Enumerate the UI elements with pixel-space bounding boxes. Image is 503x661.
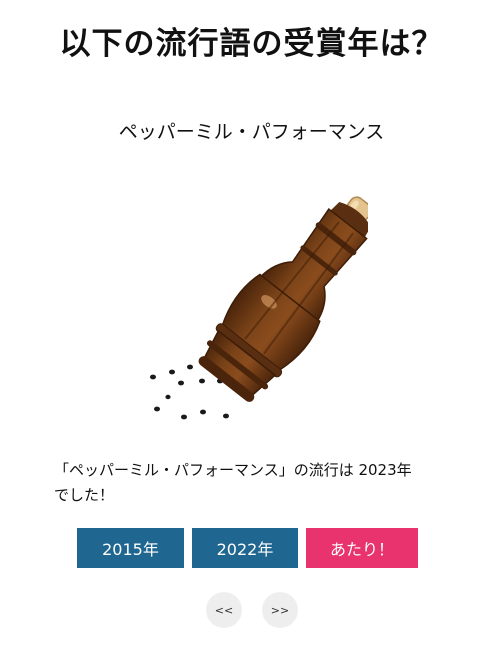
choice-button-2022[interactable]: 2022年 <box>192 528 298 568</box>
page-title: 以下の流行語の受賞年は？ <box>59 26 444 62</box>
quiz-page: 以下の流行語の受賞年は？ ペッパーミル・パフォーマンス 「ペッパーミル・パフォー… <box>0 0 503 661</box>
answer-line-1: 「ペッパーミル・パフォーマンス」の流行は 2023年 <box>54 461 412 479</box>
next-button[interactable]: >> <box>262 592 298 628</box>
answer-text: 「ペッパーミル・パフォーマンス」の流行は 2023年 でした！ <box>54 458 454 508</box>
prev-button[interactable]: << <box>206 592 242 628</box>
quiz-term: ペッパーミル・パフォーマンス <box>118 121 385 143</box>
answer-line-2: でした！ <box>54 486 115 504</box>
pepper-mill-body <box>198 196 368 402</box>
choice-button-2015[interactable]: 2015年 <box>77 528 184 568</box>
pepper-mill-icon <box>150 196 368 420</box>
choice-button-correct[interactable]: あたり！ <box>306 528 418 568</box>
choice-buttons: 2015年 2022年 あたり！ <box>0 528 503 568</box>
